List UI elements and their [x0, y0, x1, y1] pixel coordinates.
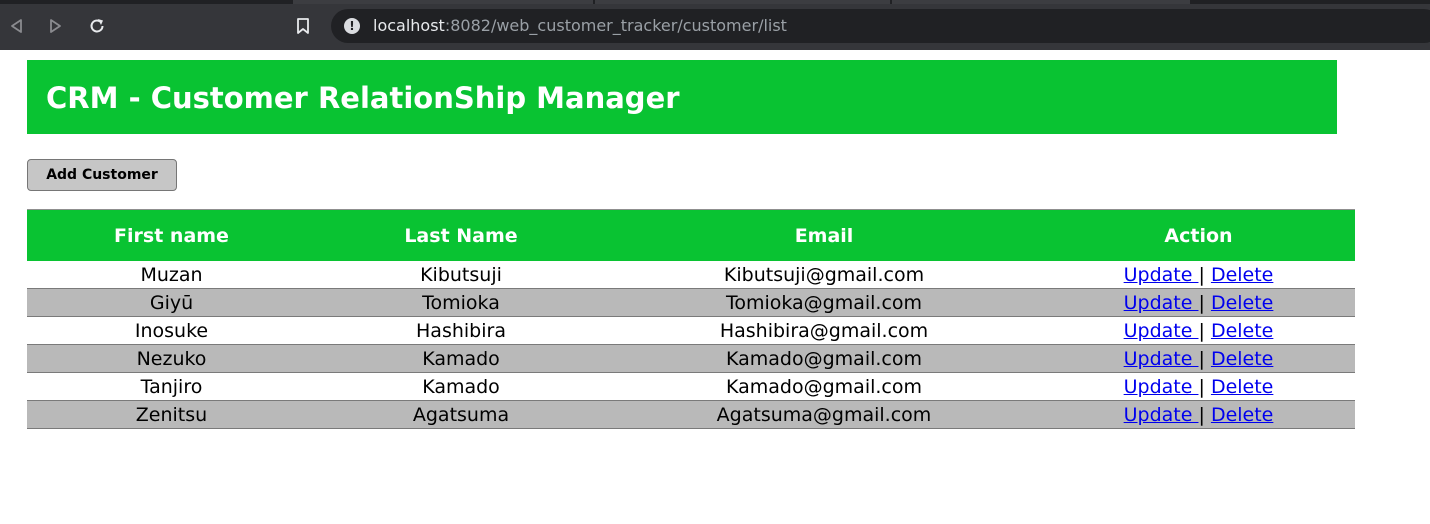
cell-last-name: Hashibira — [316, 316, 606, 345]
cell-action: Update | Delete — [1042, 288, 1355, 317]
browser-tab[interactable] — [595, 0, 890, 4]
cell-action: Update | Delete — [1042, 316, 1355, 345]
delete-link[interactable]: Delete — [1211, 292, 1273, 314]
address-bar[interactable]: ! localhost:8082/web_customer_tracker/cu… — [331, 9, 1430, 43]
url-path: :8082/web_customer_tracker/customer/list — [444, 16, 787, 35]
cell-first-name: Tanjiro — [27, 372, 316, 401]
cell-email: Kibutsuji@gmail.com — [606, 261, 1042, 289]
cell-action: Update | Delete — [1042, 344, 1355, 373]
update-link[interactable]: Update — [1124, 404, 1199, 426]
action-separator: | — [1198, 263, 1205, 286]
browser-toolbar: ! localhost:8082/web_customer_tracker/cu… — [0, 0, 1430, 50]
table-row: Giyū Tomioka Tomioka@gmail.com Update | … — [27, 288, 1355, 317]
cell-first-name: Muzan — [27, 261, 316, 289]
action-separator: | — [1198, 291, 1205, 314]
update-link[interactable]: Update — [1124, 264, 1199, 286]
cell-action: Update | Delete — [1042, 372, 1355, 401]
column-header-last-name: Last Name — [316, 209, 606, 261]
cell-email: Hashibira@gmail.com — [606, 316, 1042, 345]
cell-last-name: Tomioka — [316, 288, 606, 317]
update-link[interactable]: Update — [1124, 348, 1199, 370]
add-customer-button[interactable]: Add Customer — [27, 159, 177, 191]
delete-link[interactable]: Delete — [1211, 264, 1273, 286]
update-link[interactable]: Update — [1124, 320, 1199, 342]
cell-last-name: Agatsuma — [316, 400, 606, 429]
table-row: Tanjiro Kamado Kamado@gmail.com Update |… — [27, 372, 1355, 401]
action-separator: | — [1198, 319, 1205, 342]
cell-email: Kamado@gmail.com — [606, 372, 1042, 401]
customer-table: First name Last Name Email Action Muzan … — [27, 209, 1355, 429]
cell-first-name: Giyū — [27, 288, 316, 317]
action-separator: | — [1198, 375, 1205, 398]
table-row: Zenitsu Agatsuma Agatsuma@gmail.com Upda… — [27, 400, 1355, 429]
delete-link[interactable]: Delete — [1211, 376, 1273, 398]
table-row: Inosuke Hashibira Hashibira@gmail.com Up… — [27, 316, 1355, 345]
table-row: Nezuko Kamado Kamado@gmail.com Update | … — [27, 344, 1355, 373]
cell-email: Tomioka@gmail.com — [606, 288, 1042, 317]
cell-email: Kamado@gmail.com — [606, 344, 1042, 373]
column-header-email: Email — [606, 209, 1042, 261]
delete-link[interactable]: Delete — [1211, 404, 1273, 426]
forward-arrow-icon[interactable] — [42, 12, 70, 40]
back-arrow-icon[interactable] — [2, 12, 30, 40]
browser-tab[interactable] — [293, 0, 593, 4]
browser-tab[interactable] — [892, 0, 1190, 4]
delete-link[interactable]: Delete — [1211, 320, 1273, 342]
reload-icon[interactable] — [83, 12, 111, 40]
update-link[interactable]: Update — [1124, 292, 1199, 314]
cell-first-name: Nezuko — [27, 344, 316, 373]
cell-last-name: Kamado — [316, 372, 606, 401]
action-separator: | — [1198, 347, 1205, 370]
column-header-first-name: First name — [27, 209, 316, 261]
column-header-action: Action — [1042, 209, 1355, 261]
action-separator: | — [1198, 403, 1205, 426]
url-text[interactable]: localhost:8082/web_customer_tracker/cust… — [373, 16, 787, 36]
delete-link[interactable]: Delete — [1211, 348, 1273, 370]
url-host: localhost — [373, 16, 445, 35]
table-header-row: First name Last Name Email Action — [27, 209, 1355, 261]
cell-action: Update | Delete — [1042, 261, 1355, 289]
page-header: CRM - Customer RelationShip Manager — [27, 60, 1337, 134]
cell-last-name: Kibutsuji — [316, 261, 606, 289]
cell-action: Update | Delete — [1042, 400, 1355, 429]
cell-email: Agatsuma@gmail.com — [606, 400, 1042, 429]
cell-first-name: Zenitsu — [27, 400, 316, 429]
cell-last-name: Kamado — [316, 344, 606, 373]
info-icon[interactable]: ! — [344, 18, 360, 34]
cell-first-name: Inosuke — [27, 316, 316, 345]
update-link[interactable]: Update — [1124, 376, 1199, 398]
tab-strip — [0, 0, 1430, 4]
bookmark-icon[interactable] — [289, 12, 317, 40]
page-title: CRM - Customer RelationShip Manager — [46, 81, 680, 115]
table-row: Muzan Kibutsuji Kibutsuji@gmail.com Upda… — [27, 261, 1355, 289]
